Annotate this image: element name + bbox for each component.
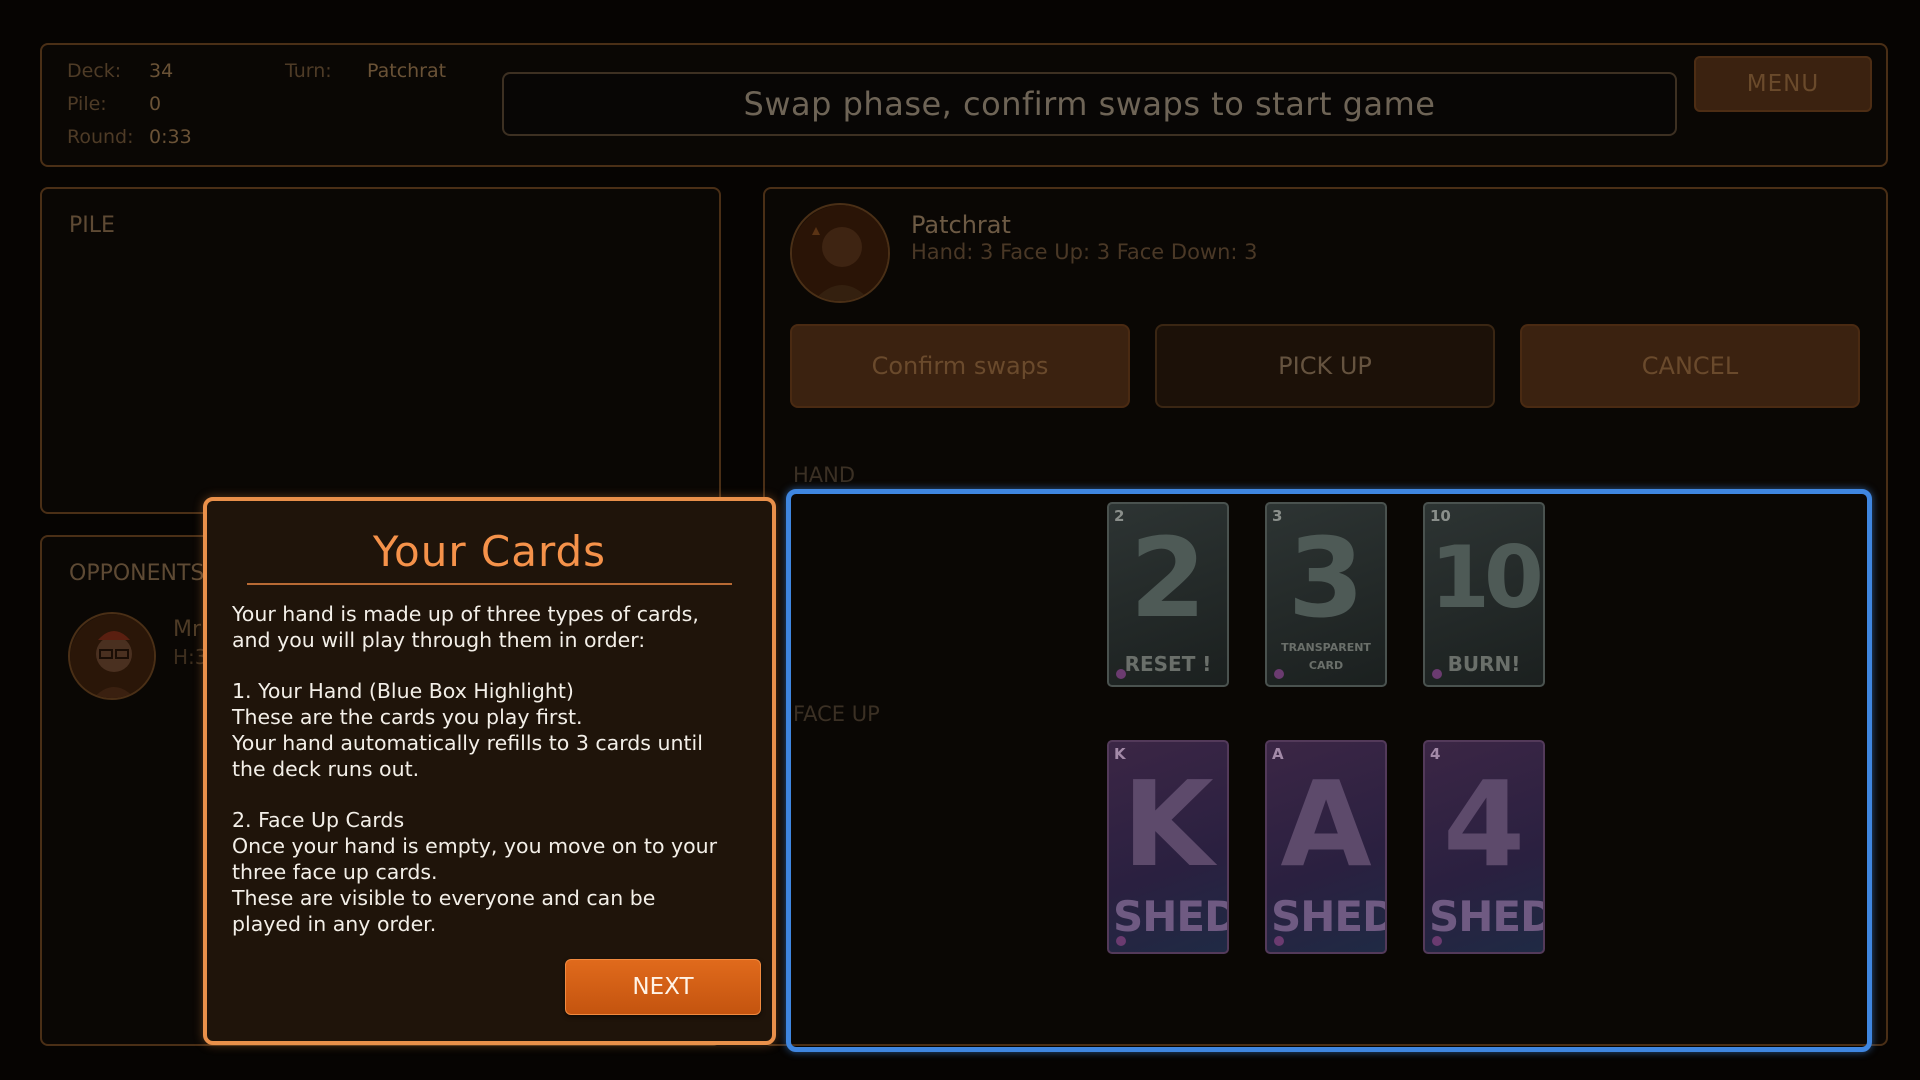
hand-card[interactable]: 2 2 RESET ! xyxy=(1107,502,1229,687)
cancel-button[interactable]: CANCEL xyxy=(1520,324,1860,408)
card-caption: BURN! xyxy=(1447,652,1521,676)
suit-icon xyxy=(1116,669,1126,679)
opponents-title: OPPONENTS xyxy=(69,561,205,586)
card-rank: 2 xyxy=(1129,514,1207,642)
suit-icon xyxy=(1116,936,1126,946)
card-rank: A xyxy=(1280,755,1372,893)
opponent-name: Mr xyxy=(173,617,202,642)
tutorial-dialog: Your Cards Your hand is made up of three… xyxy=(203,497,776,1045)
round-label: Round: xyxy=(67,126,134,148)
opponent-avatar-icon xyxy=(68,612,156,700)
deck-value: 34 xyxy=(149,60,174,82)
face-up-card[interactable]: K K SHED xyxy=(1107,740,1229,954)
suit-icon xyxy=(1432,936,1442,946)
card-corner-rank: 4 xyxy=(1430,745,1441,763)
suit-icon xyxy=(1432,669,1442,679)
card-caption: TRANSPARENT CARD xyxy=(1281,641,1371,672)
card-caption: SHED xyxy=(1271,892,1387,941)
round-stat: Round: 0:33 xyxy=(67,126,192,148)
pick-up-button[interactable]: PICK UP xyxy=(1155,324,1495,408)
deck-stat: Deck: 34 xyxy=(67,60,173,82)
face-up-card[interactable]: A A SHED xyxy=(1265,740,1387,954)
pile-title: PILE xyxy=(69,213,115,238)
deck-label: Deck: xyxy=(67,60,122,82)
card-caption: RESET ! xyxy=(1124,652,1212,676)
dialog-divider xyxy=(247,583,732,585)
card-rank: 4 xyxy=(1442,755,1526,893)
hand-label: HAND xyxy=(793,463,856,487)
dialog-title: Your Cards xyxy=(372,527,607,576)
card-rank: 3 xyxy=(1287,514,1365,642)
face-up-card[interactable]: 4 4 SHED xyxy=(1423,740,1545,954)
next-button[interactable]: NEXT xyxy=(565,959,761,1015)
card-rank: K xyxy=(1122,755,1214,893)
card-caption: SHED xyxy=(1429,892,1545,941)
pile-panel: PILE xyxy=(40,187,721,514)
card-rank: 10 xyxy=(1430,528,1543,628)
turn-label: Turn: xyxy=(285,60,332,82)
turn-stat: Turn: Patchrat xyxy=(285,60,446,82)
hand-card[interactable]: 3 3 TRANSPARENT CARD xyxy=(1265,502,1387,687)
suit-icon xyxy=(1274,669,1284,679)
player-card-counts: Hand: 3 Face Up: 3 Face Down: 3 xyxy=(911,240,1258,264)
card-caption: SHED xyxy=(1113,892,1229,941)
hand-card[interactable]: 10 10 BURN! xyxy=(1423,502,1545,687)
dialog-body: Your hand is made up of three types of c… xyxy=(232,602,718,936)
round-value: 0:33 xyxy=(149,126,192,148)
player-name: Patchrat xyxy=(911,211,1011,239)
pile-count-value: 0 xyxy=(149,93,162,115)
pile-stat: Pile: 0 xyxy=(67,93,161,115)
confirm-swaps-button[interactable]: Confirm swaps xyxy=(790,324,1130,408)
suit-icon xyxy=(1274,936,1284,946)
status-message: Swap phase, confirm swaps to start game xyxy=(502,72,1677,136)
menu-button[interactable]: MENU xyxy=(1694,56,1872,112)
turn-value: Patchrat xyxy=(367,60,447,82)
player-avatar-icon xyxy=(790,203,890,303)
pile-count-label: Pile: xyxy=(67,93,107,115)
